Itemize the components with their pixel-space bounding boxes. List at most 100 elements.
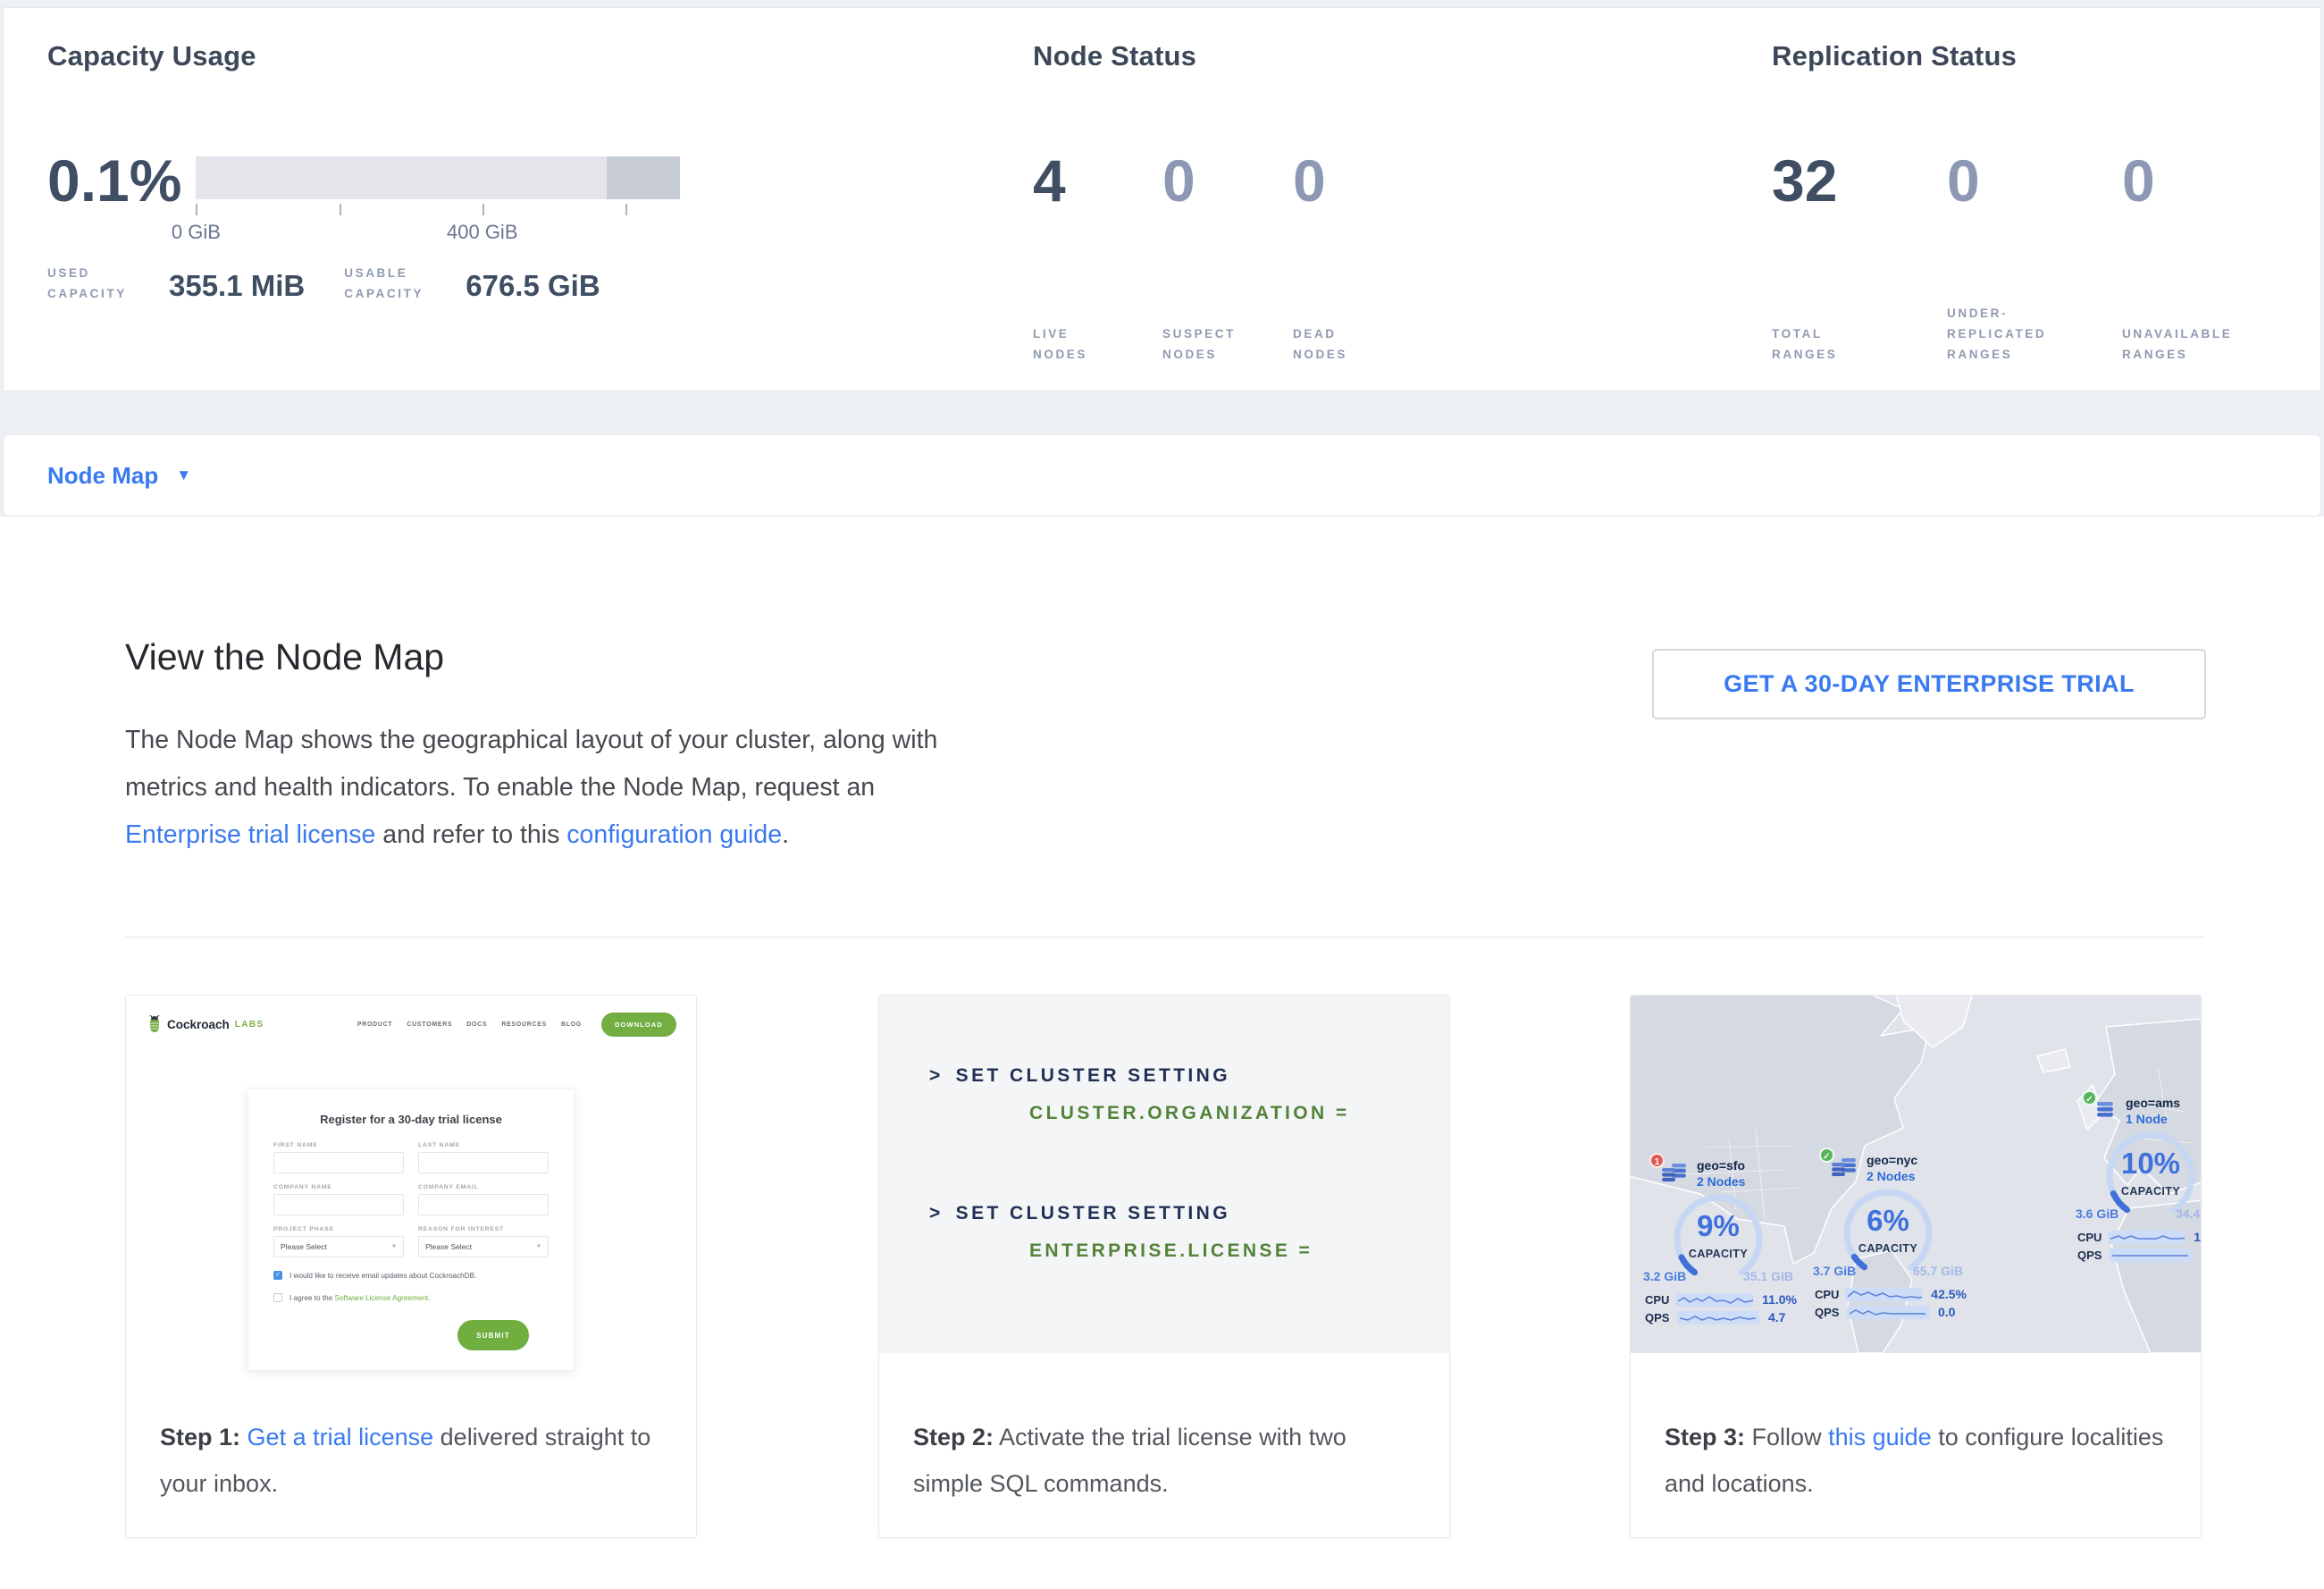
company-name-label: COMPANY NAME — [273, 1184, 404, 1190]
unavailable-ranges-label: UNAVAILABLE RANGES — [2122, 324, 2283, 366]
suspect-nodes-label: SUSPECT NODES — [1162, 324, 1270, 366]
nav-item-docs: DOCS — [466, 1022, 487, 1028]
get-enterprise-trial-button[interactable]: GET A 30-DAY ENTERPRISE TRIAL — [1652, 649, 2206, 719]
form-title: Register for a 30-day trial license — [273, 1113, 549, 1126]
project-phase-label: PROJECT PHASE — [273, 1226, 404, 1232]
step1-caption: Step 1: Get a trial license delivered st… — [160, 1414, 666, 1507]
first-name-field — [273, 1152, 404, 1173]
cockroach-bug-icon — [147, 1015, 162, 1033]
unavailable-ranges-value: 0 — [2122, 151, 2301, 210]
reason-for-interest-select: Please Select▼ — [418, 1236, 549, 1257]
get-trial-license-link[interactable]: Get a trial license — [248, 1424, 434, 1450]
step3-text: Follow — [1752, 1424, 1822, 1450]
usable-capacity-label: USABLE CAPACITY — [344, 264, 453, 305]
under-replicated-ranges-value: 0 — [1947, 151, 2122, 210]
node-map-dropdown[interactable]: Node Map — [47, 462, 158, 490]
cpu-sparkline — [1675, 1293, 1753, 1307]
logo-suffix-text: LABS — [235, 1020, 264, 1030]
description-text: . — [782, 820, 789, 849]
axis-tick — [625, 204, 627, 215]
axis-tick — [340, 204, 341, 215]
axis-tick — [196, 204, 197, 215]
total-ranges-stat: 32 TOTAL RANGES — [1772, 151, 1947, 366]
capacity-usage-section: Capacity Usage 0.1% 0 GiB 400 GiB USED C… — [47, 40, 680, 305]
capacity-label: CAPACITY — [1809, 1242, 1967, 1255]
capacity-total: 35.1 GiB — [1743, 1269, 1793, 1283]
unavailable-ranges-stat: 0 UNAVAILABLE RANGES — [2122, 151, 2301, 366]
step3-card: 1 geo=sfo 2 Nodes — [1630, 995, 2202, 1538]
agree-text: I agree to the — [289, 1294, 335, 1302]
locality-name: geo=nyc — [1867, 1153, 1917, 1167]
configuration-guide-link[interactable]: configuration guide — [566, 820, 782, 849]
qps-sparkline — [1847, 1306, 1929, 1319]
capacity-used: 3.2 GiB — [1643, 1269, 1686, 1283]
qps-label: QPS — [1645, 1311, 1677, 1324]
reason-for-interest-label: REASON FOR INTEREST — [418, 1226, 549, 1232]
nav-item-customers: CUSTOMERS — [407, 1022, 452, 1028]
cpu-value: 11.0% — [1762, 1292, 1797, 1307]
capacity-label: CAPACITY — [1640, 1248, 1797, 1260]
healthy-badge: ✓ — [2082, 1090, 2097, 1106]
logo-text: Cockroach — [167, 1018, 230, 1031]
company-email-field — [418, 1194, 549, 1215]
capacity-bar-reserved-segment — [607, 156, 681, 199]
sql-commands-panel: > SET CLUSTER SETTING CLUSTER.ORGANIZATIO… — [879, 996, 1449, 1353]
locality-ams: ✓ geo=ams 1 Node 10% — [2072, 1096, 2201, 1262]
mini-site-nav: PRODUCT CUSTOMERS DOCS RESOURCES BLOG DO… — [357, 1013, 676, 1037]
locality-nyc: ✓ geo=nyc 2 Nodes — [1809, 1153, 1967, 1319]
capacity-gauge: 6% CAPACITY 3.7 GiB 65.7 GiB — [1809, 1187, 1967, 1283]
sql-command-1: SET CLUSTER SETTING — [956, 1065, 1230, 1086]
capacity-bar — [196, 156, 680, 199]
node-map-placeholder-page: View the Node Map The Node Map shows the… — [0, 517, 2324, 1589]
description-text: The Node Map shows the geographical layo… — [125, 726, 937, 802]
enterprise-trial-license-link[interactable]: Enterprise trial license — [125, 820, 375, 849]
cpu-sparkline — [2108, 1231, 2185, 1244]
step2-card: > SET CLUSTER SETTING CLUSTER.ORGANIZATIO… — [878, 995, 1450, 1538]
step3-caption: Step 3: Follow this guide to configure l… — [1665, 1414, 2170, 1507]
suspect-nodes-stat: 0 SUSPECT NODES — [1162, 151, 1293, 366]
locality-node-count: 2 Nodes — [1867, 1169, 1915, 1183]
cockroach-labs-logo: Cockroach LABS — [147, 1015, 264, 1033]
chevron-down-icon: ▼ — [536, 1244, 541, 1249]
capacity-percent: 10% — [2072, 1147, 2201, 1181]
trial-registration-form: Register for a 30-day trial license FIRS… — [248, 1089, 575, 1371]
qps-label: QPS — [2077, 1248, 2110, 1262]
agree-text: . — [428, 1294, 430, 1302]
database-icon — [1831, 1157, 1858, 1179]
cpu-value: 42.5% — [1931, 1287, 1967, 1301]
database-icon — [2093, 1100, 2117, 1122]
step2-label: Step 2: — [913, 1424, 994, 1450]
last-name-label: LAST NAME — [418, 1142, 549, 1148]
company-name-field — [273, 1194, 404, 1215]
nav-item-product: PRODUCT — [357, 1022, 393, 1028]
this-guide-link[interactable]: this guide — [1828, 1424, 1932, 1450]
first-name-label: FIRST NAME — [273, 1142, 404, 1148]
capacity-usage-title: Capacity Usage — [47, 40, 680, 72]
capacity-percent-value: 0.1% — [47, 151, 181, 210]
axis-tick-label-min: 0 GiB — [172, 221, 221, 244]
sql-argument-1: CLUSTER.ORGANIZATION = — [1029, 1103, 1449, 1124]
nav-item-resources: RESOURCES — [501, 1022, 547, 1028]
sql-command-2: SET CLUSTER SETTING — [956, 1203, 1230, 1223]
cpu-label: CPU — [1815, 1288, 1845, 1301]
chevron-down-icon[interactable]: ▼ — [176, 467, 191, 484]
node-status-title: Node Status — [1033, 40, 1427, 72]
download-button: DOWNLOAD — [601, 1013, 676, 1037]
capacity-gauge: 9% CAPACITY 3.2 GiB 35.1 GiB — [1640, 1192, 1797, 1289]
sql-prompt: > — [929, 1065, 944, 1086]
license-agreement-label: I agree to the Software License Agreemen… — [289, 1294, 431, 1302]
last-name-field — [418, 1152, 549, 1173]
qps-value: 0.0 — [1938, 1305, 1955, 1319]
locality-name: geo=sfo — [1697, 1158, 1745, 1173]
database-icon — [1661, 1163, 1688, 1184]
healthy-badge: ✓ — [1819, 1148, 1834, 1163]
submit-button: SUBMIT — [457, 1320, 529, 1350]
project-phase-select: Please Select▼ — [273, 1236, 404, 1257]
chevron-down-icon: ▼ — [391, 1244, 397, 1249]
under-replicated-ranges-stat: 0 UNDER-REPLICATED RANGES — [1947, 151, 2122, 366]
description-text: and refer to this — [375, 820, 566, 849]
cluster-summary-panel: Capacity Usage 0.1% 0 GiB 400 GiB USED C… — [3, 7, 2321, 391]
locality-name: geo=ams — [2126, 1096, 2180, 1110]
dead-nodes-stat: 0 DEAD NODES — [1293, 151, 1427, 366]
software-license-agreement-link: Software License Agreement — [335, 1294, 429, 1302]
